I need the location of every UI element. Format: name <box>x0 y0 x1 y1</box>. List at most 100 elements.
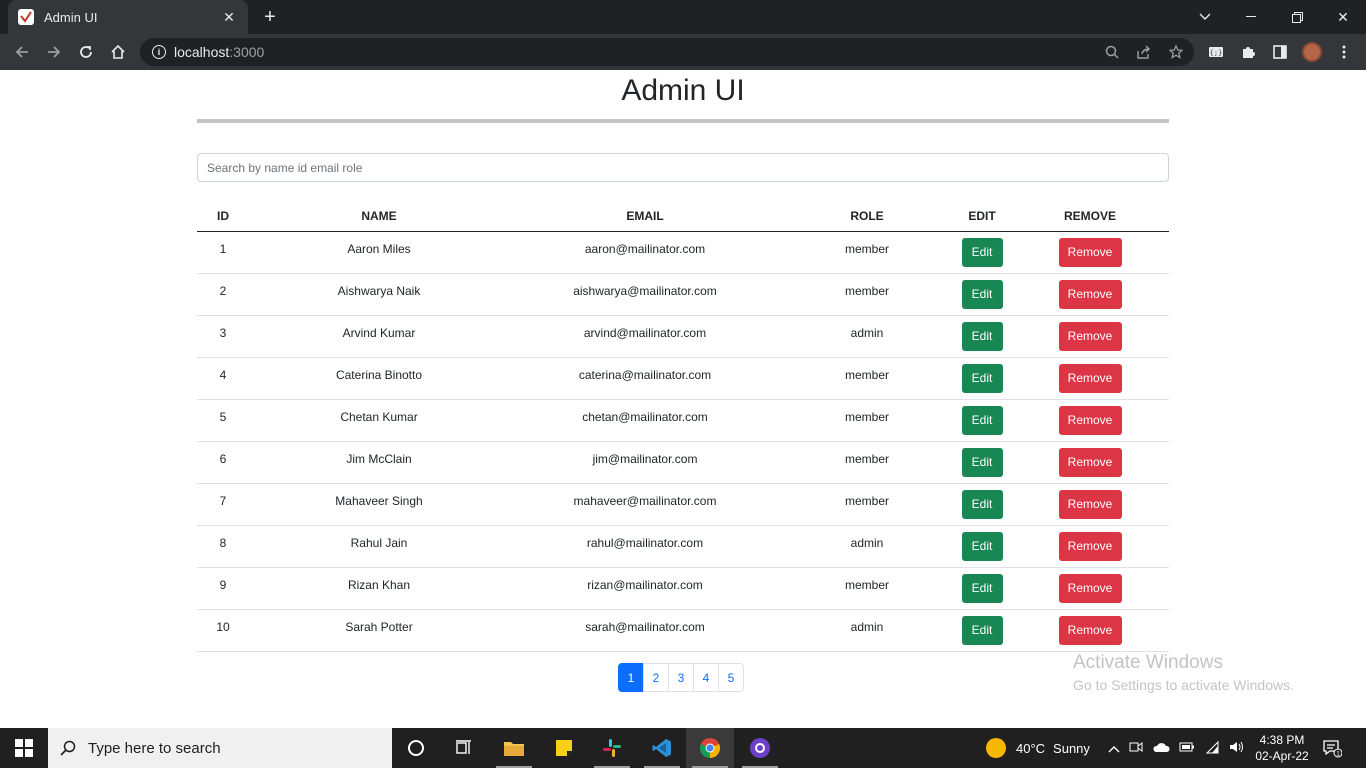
taskbar-search-placeholder: Type here to search <box>88 739 221 757</box>
remove-button[interactable]: Remove <box>1058 279 1122 309</box>
cortana-icon[interactable] <box>392 728 440 768</box>
forward-arrow-icon[interactable] <box>42 40 66 64</box>
cell-name: Caterina Binotto <box>249 357 509 400</box>
cell-id: 4 <box>197 357 249 400</box>
page-button-5[interactable]: 5 <box>718 663 744 692</box>
cell-edit: Edit <box>953 567 1011 610</box>
pagination: 12345 <box>618 663 744 692</box>
zoom-icon[interactable] <box>1102 42 1122 62</box>
cell-edit: Edit <box>953 231 1011 274</box>
edit-button[interactable]: Edit <box>961 615 1003 645</box>
column-header-role[interactable]: ROLE <box>781 201 953 232</box>
start-button[interactable] <box>0 728 48 768</box>
svg-text:{;}: {;} <box>1210 49 1223 57</box>
table-row: 9 Rizan Khan rizan@mailinator.com member Edi… <box>197 567 1169 610</box>
table-row: 3 Arvind Kumar arvind@mailinator.com admin E… <box>197 315 1169 358</box>
cell-email: caterina@mailinator.com <box>509 357 781 400</box>
extension-devtools-icon[interactable]: {;} <box>1204 40 1228 64</box>
weather-widget[interactable]: 40°C Sunny <box>986 728 1090 768</box>
page-button-1[interactable]: 1 <box>618 663 644 692</box>
home-icon[interactable] <box>106 40 130 64</box>
title-divider <box>197 119 1169 123</box>
sticky-notes-icon[interactable] <box>540 728 588 768</box>
clock-date: 02-Apr-22 <box>1255 749 1309 763</box>
cell-name: Arvind Kumar <box>249 315 509 358</box>
column-header-name[interactable]: NAME <box>249 201 509 232</box>
volume-icon[interactable] <box>1229 740 1245 757</box>
battery-icon[interactable] <box>1179 741 1195 756</box>
file-explorer-icon[interactable] <box>490 728 538 768</box>
meet-now-icon[interactable] <box>1129 741 1143 756</box>
reload-icon[interactable] <box>74 40 98 64</box>
cell-id: 3 <box>197 315 249 358</box>
sun-icon <box>986 738 1006 758</box>
info-icon[interactable]: i <box>152 45 166 59</box>
onedrive-cloud-icon[interactable] <box>1152 741 1170 756</box>
close-window-button[interactable]: ✕ <box>1320 0 1366 34</box>
table-row: 1 Aaron Miles aaron@mailinator.com member Ed… <box>197 231 1169 274</box>
edit-button[interactable]: Edit <box>961 279 1003 309</box>
cell-role: member <box>781 231 953 274</box>
browser-menu-icon[interactable] <box>1332 40 1356 64</box>
vscode-icon[interactable] <box>638 728 686 768</box>
taskbar-clock[interactable]: 4:38 PM 02-Apr-22 <box>1252 732 1312 764</box>
remove-button[interactable]: Remove <box>1058 363 1122 393</box>
share-icon[interactable] <box>1134 42 1154 62</box>
side-panel-icon[interactable] <box>1268 40 1292 64</box>
new-tab-button[interactable]: + <box>258 6 282 28</box>
edit-button[interactable]: Edit <box>961 363 1003 393</box>
remove-button[interactable]: Remove <box>1058 447 1122 477</box>
bookmark-star-icon[interactable] <box>1166 42 1186 62</box>
task-view-icon[interactable] <box>440 728 488 768</box>
cell-edit: Edit <box>953 273 1011 316</box>
table-row: 5 Chetan Kumar chetan@mailinator.com member… <box>197 399 1169 442</box>
cell-id: 1 <box>197 231 249 274</box>
edit-button[interactable]: Edit <box>961 531 1003 561</box>
edit-button[interactable]: Edit <box>961 405 1003 435</box>
chevron-up-icon[interactable] <box>1108 741 1120 756</box>
wifi-icon[interactable] <box>1204 740 1220 757</box>
remove-button[interactable]: Remove <box>1058 615 1122 645</box>
edit-button[interactable]: Edit <box>961 447 1003 477</box>
cell-email: mahaveer@mailinator.com <box>509 483 781 526</box>
back-arrow-icon[interactable] <box>10 40 34 64</box>
extensions-puzzle-icon[interactable] <box>1236 40 1260 64</box>
github-desktop-icon[interactable] <box>736 728 784 768</box>
cell-email: sarah@mailinator.com <box>509 609 781 652</box>
remove-button[interactable]: Remove <box>1058 405 1122 435</box>
remove-button[interactable]: Remove <box>1058 573 1122 603</box>
remove-button[interactable]: Remove <box>1058 489 1122 519</box>
restore-button[interactable] <box>1274 0 1320 34</box>
taskbar-search-box[interactable]: Type here to search <box>48 728 392 768</box>
remove-button[interactable]: Remove <box>1058 237 1122 267</box>
table-row: 10 Sarah Potter sarah@mailinator.com admin E… <box>197 609 1169 652</box>
edit-button[interactable]: Edit <box>961 573 1003 603</box>
edit-button[interactable]: Edit <box>961 321 1003 351</box>
remove-button[interactable]: Remove <box>1058 531 1122 561</box>
page-button-3[interactable]: 3 <box>668 663 694 692</box>
chrome-icon[interactable] <box>686 728 734 768</box>
browser-tab[interactable]: Admin UI ✕ <box>8 0 248 34</box>
column-header-email[interactable]: EMAIL <box>509 201 781 232</box>
search-input[interactable] <box>197 153 1169 182</box>
column-header-id[interactable]: ID <box>197 201 249 232</box>
slack-icon[interactable] <box>588 728 636 768</box>
tab-search-chevron-icon[interactable] <box>1182 0 1228 34</box>
minimize-button[interactable] <box>1228 0 1274 34</box>
column-header-edit: EDIT <box>953 201 1011 232</box>
cell-remove: Remove <box>1011 483 1169 526</box>
notifications-icon[interactable]: 1 <box>1322 728 1342 768</box>
table-row: 8 Rahul Jain rahul@mailinator.com admin Edit… <box>197 525 1169 568</box>
profile-avatar[interactable] <box>1302 42 1322 62</box>
weather-description: Sunny <box>1053 740 1090 756</box>
address-bar[interactable]: i localhost:3000 <box>140 38 1194 66</box>
close-tab-icon[interactable]: ✕ <box>220 9 238 26</box>
remove-button[interactable]: Remove <box>1058 321 1122 351</box>
page-button-2[interactable]: 2 <box>643 663 669 692</box>
page-button-4[interactable]: 4 <box>693 663 719 692</box>
table-row: 6 Jim McClain jim@mailinator.com member Edit… <box>197 441 1169 484</box>
cell-id: 7 <box>197 483 249 526</box>
edit-button[interactable]: Edit <box>961 237 1003 267</box>
edit-button[interactable]: Edit <box>961 489 1003 519</box>
weather-temperature: 40°C <box>1016 740 1046 756</box>
